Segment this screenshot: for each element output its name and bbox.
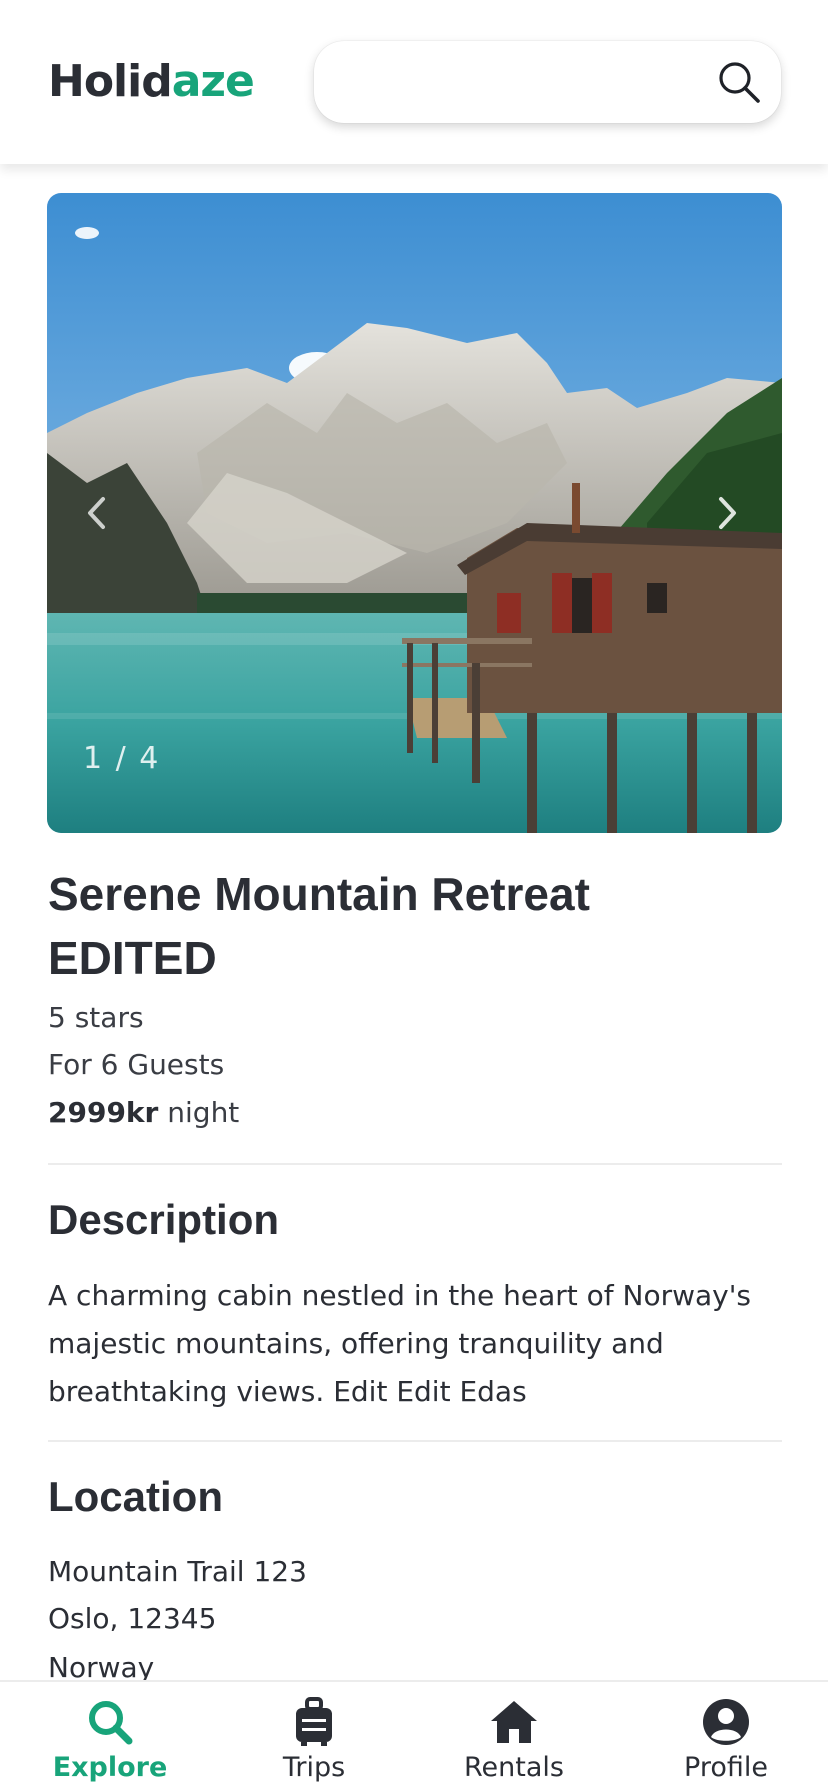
listing-price-amount: 2999kr [48, 1096, 159, 1129]
search-bar [314, 41, 781, 123]
listing-price-unit: night [167, 1096, 240, 1129]
bottom-navigation: Explore Trips Rentals Profile [0, 1680, 828, 1792]
location-city-zip: Oslo, 12345 [48, 1602, 217, 1635]
divider [48, 1440, 782, 1442]
nav-explore[interactable]: Explore [20, 1682, 200, 1792]
brand-logo-part1: Holid [48, 56, 173, 107]
suitcase-icon [296, 1697, 332, 1746]
listing-guests: For 6 Guests [48, 1048, 225, 1081]
app-header: Holidaze [0, 0, 828, 164]
location-heading: Location [48, 1473, 223, 1520]
search-input[interactable] [338, 59, 708, 105]
nav-trips-label: Trips [282, 1752, 346, 1783]
brand-logo-part2: aze [171, 56, 255, 107]
description-text: A charming cabin nestled in the heart of… [48, 1279, 752, 1408]
listing-price: 2999kr night [48, 1093, 239, 1133]
divider [48, 1163, 782, 1165]
nav-profile-label: Profile [684, 1752, 768, 1783]
listing-title: Serene Mountain Retreat EDITED [48, 868, 590, 984]
listing-stars: 5 stars [48, 1001, 144, 1034]
carousel-next-button[interactable] [697, 483, 757, 543]
image-carousel[interactable]: 1 / 4 [47, 193, 782, 833]
listing-photo [47, 193, 782, 833]
nav-profile[interactable]: Profile [636, 1682, 816, 1792]
search-icon [89, 1701, 133, 1745]
carousel-prev-button[interactable] [67, 483, 127, 543]
nav-rentals[interactable]: Rentals [424, 1682, 604, 1792]
carousel-counter: 1 / 4 [83, 741, 161, 776]
chevron-right-icon [719, 497, 736, 529]
chevron-left-icon [88, 497, 105, 529]
nav-explore-label: Explore [52, 1752, 168, 1783]
search-icon [719, 62, 760, 103]
user-circle-icon [703, 1699, 749, 1745]
search-button[interactable] [716, 59, 762, 105]
description-heading: Description [48, 1196, 280, 1243]
location-street: Mountain Trail 123 [48, 1555, 307, 1588]
nav-rentals-label: Rentals [464, 1752, 564, 1783]
brand-logo[interactable]: Holidaze [48, 54, 255, 110]
nav-trips[interactable]: Trips [224, 1682, 404, 1792]
home-icon [491, 1701, 537, 1743]
